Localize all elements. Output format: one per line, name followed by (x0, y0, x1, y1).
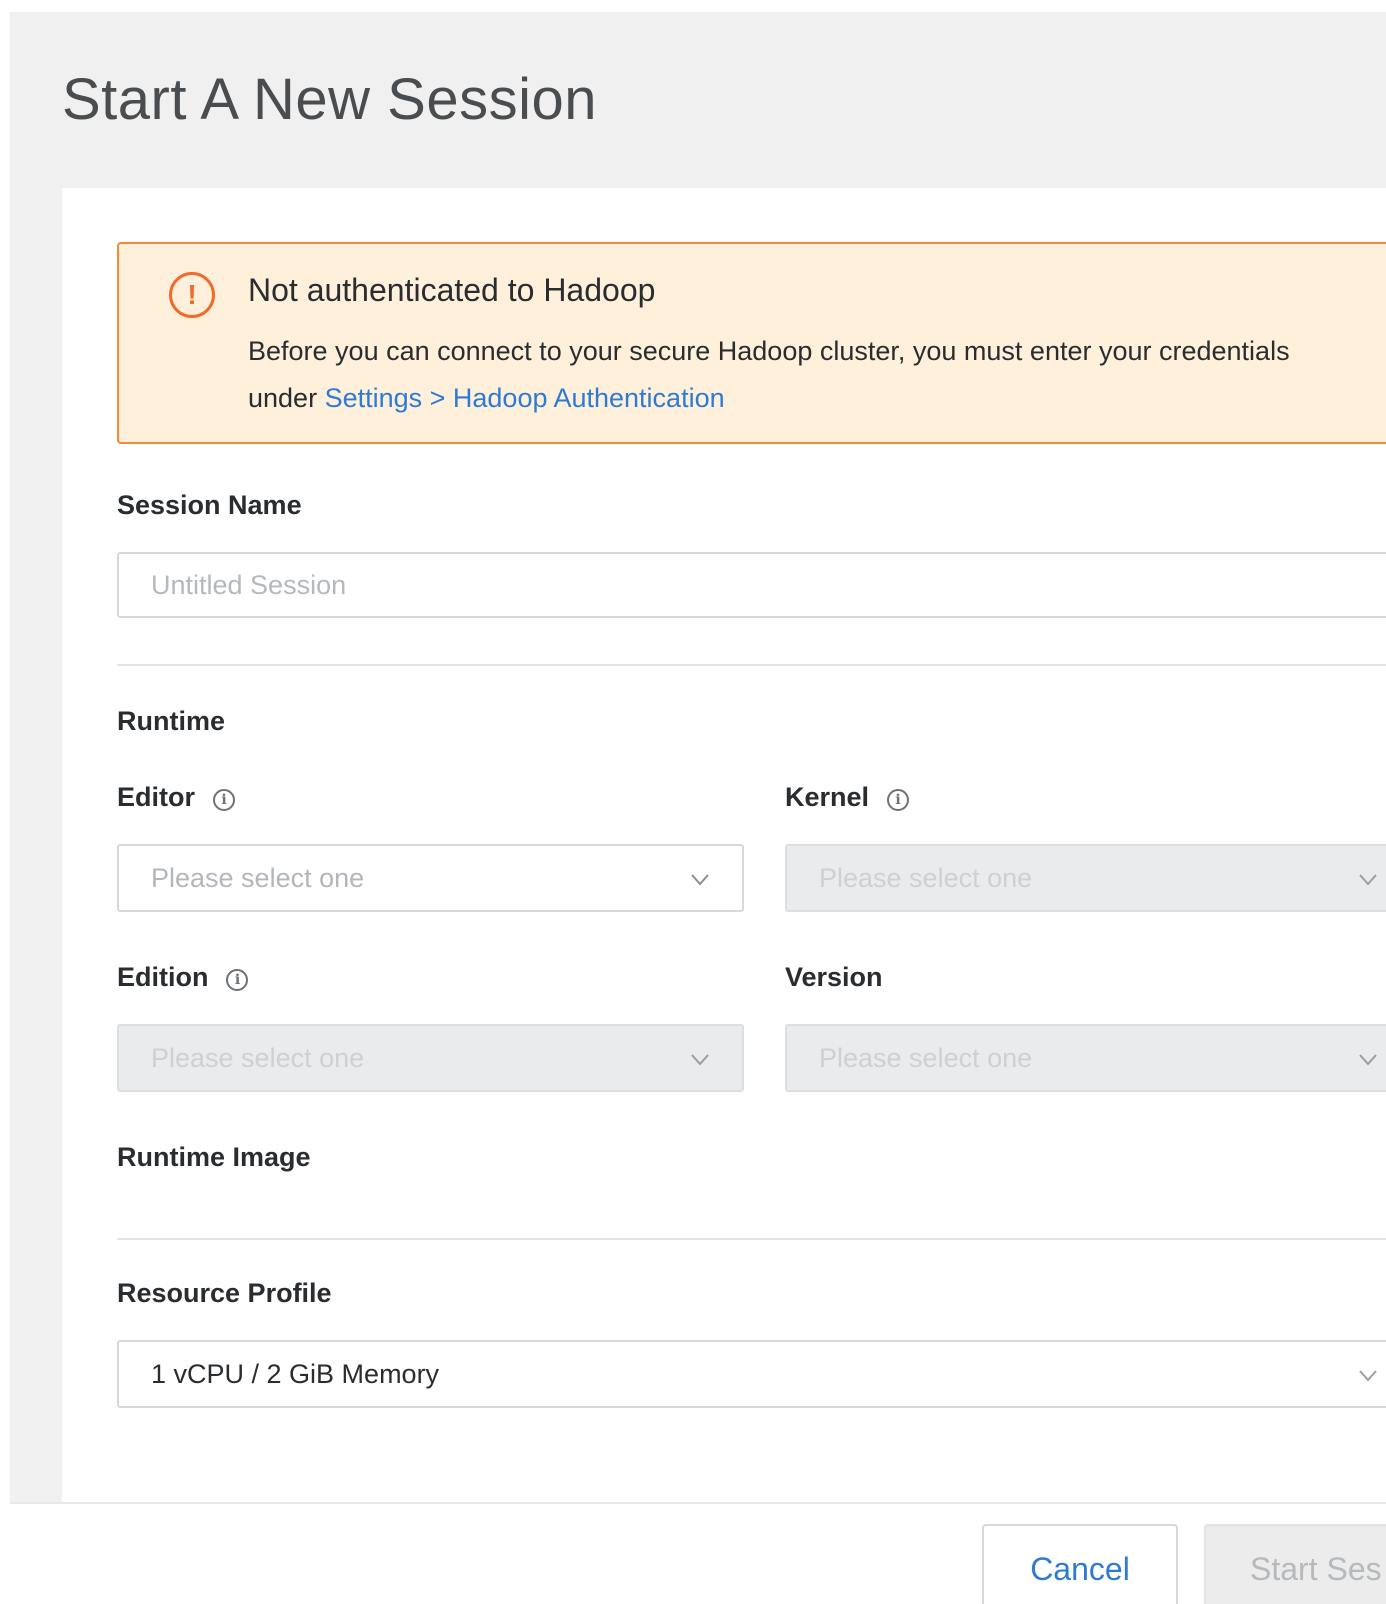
editor-label: Editor i (117, 782, 235, 813)
session-name-label: Session Name (117, 490, 302, 520)
chevron-down-icon (691, 1054, 709, 1066)
new-session-page: Start A New Session ! Not authenticated … (0, 0, 1386, 1604)
edition-select[interactable]: Please select one (117, 1024, 744, 1092)
kernel-label-text: Kernel (785, 782, 870, 812)
chevron-down-icon (1359, 1054, 1377, 1066)
chevron-down-icon (691, 874, 709, 886)
edition-label: Edition i (117, 962, 249, 993)
chevron-down-icon (1359, 1370, 1377, 1382)
editor-select-value: Please select one (151, 863, 365, 893)
alert-title: Not authenticated to Hadoop (248, 272, 656, 308)
edition-label-text: Edition (117, 962, 209, 992)
resource-profile-value: 1 vCPU / 2 GiB Memory (151, 1359, 440, 1389)
kernel-label: Kernel i (785, 782, 910, 813)
resource-profile-select[interactable]: 1 vCPU / 2 GiB Memory (117, 1340, 1386, 1408)
footer-divider (10, 1502, 1386, 1504)
version-select-value: Please select one (819, 1043, 1033, 1073)
edition-select-value: Please select one (151, 1043, 365, 1073)
info-icon[interactable]: i (887, 789, 910, 811)
info-icon[interactable]: i (226, 969, 249, 991)
hadoop-auth-alert: ! Not authenticated to Hadoop Before you… (117, 242, 1386, 444)
editor-select[interactable]: Please select one (117, 844, 744, 912)
exclamation-circle-icon: ! (169, 272, 215, 318)
runtime-section-label: Runtime (117, 706, 225, 736)
editor-label-text: Editor (117, 782, 195, 812)
kernel-select[interactable]: Please select one (785, 844, 1386, 912)
version-select[interactable]: Please select one (785, 1024, 1386, 1092)
kernel-select-value: Please select one (819, 863, 1033, 893)
session-name-input[interactable] (117, 552, 1386, 618)
chevron-down-icon (1359, 874, 1377, 886)
info-icon[interactable]: i (213, 789, 235, 811)
alert-message: Before you can connect to your secure Ha… (248, 328, 1308, 422)
hadoop-authentication-link[interactable]: Settings > Hadoop Authentication (325, 383, 725, 413)
start-session-button[interactable]: Start Ses (1204, 1524, 1386, 1604)
divider (117, 664, 1386, 666)
divider (117, 1238, 1386, 1240)
page-title: Start A New Session (62, 67, 597, 132)
runtime-image-label: Runtime Image (117, 1142, 311, 1172)
version-label: Version (785, 962, 883, 992)
cancel-button[interactable]: Cancel (982, 1524, 1178, 1604)
resource-profile-label: Resource Profile (117, 1278, 332, 1308)
